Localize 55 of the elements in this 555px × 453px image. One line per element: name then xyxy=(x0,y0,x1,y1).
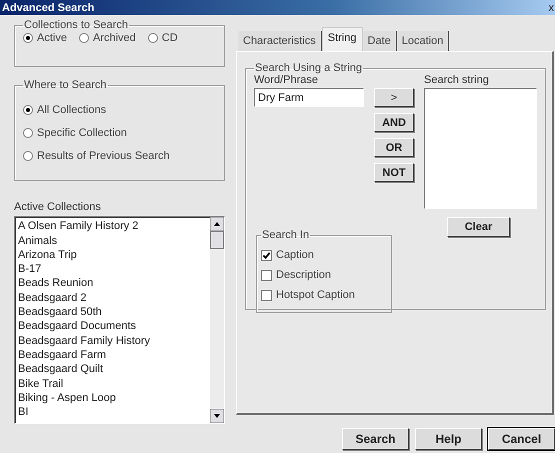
list-item[interactable]: Beadsgaard Documents xyxy=(18,319,207,334)
radio-option[interactable]: Active xyxy=(23,32,67,44)
list-item[interactable]: Beadsgaard 50th xyxy=(18,305,207,320)
list-item[interactable]: Animals xyxy=(18,234,207,248)
scrollbar[interactable] xyxy=(210,217,224,424)
tab[interactable]: Date xyxy=(362,31,397,52)
dialog-button[interactable]: Help xyxy=(415,428,482,450)
checkbox-option[interactable]: Description xyxy=(261,269,387,282)
dialog-button[interactable]: Search xyxy=(342,428,409,450)
clear-button[interactable]: Clear xyxy=(447,217,510,238)
operator-button[interactable]: > xyxy=(374,88,414,108)
collection-list[interactable] xyxy=(14,216,225,424)
checkbox[interactable] xyxy=(261,290,272,301)
list-item[interactable]: Beadsgaard Quilt xyxy=(18,362,207,377)
radio-option[interactable]: Archived xyxy=(78,32,136,44)
field-label: Word/Phrase xyxy=(254,74,319,88)
list-item[interactable]: A Olsen Family History 2 xyxy=(18,219,207,234)
dialog-button[interactable]: Cancel xyxy=(488,428,555,450)
window-title: Advanced Search xyxy=(2,2,94,14)
tab[interactable]: String xyxy=(322,27,362,52)
group-label: Search In xyxy=(261,229,310,242)
radio-option[interactable]: Results of Previous Search xyxy=(23,150,216,162)
list-item[interactable]: BI xyxy=(18,405,207,420)
tab[interactable]: Location xyxy=(396,31,450,52)
list-item[interactable]: Biking - Aspen Loop xyxy=(18,390,207,406)
radio-option[interactable]: Specific Collection xyxy=(23,127,216,140)
word-field[interactable]: Dry Farm xyxy=(254,88,364,108)
checkbox-option[interactable]: Hotspot Caption xyxy=(261,289,387,302)
operator-button[interactable]: NOT xyxy=(374,163,414,182)
check-icon xyxy=(262,250,271,260)
operator-button[interactable]: AND xyxy=(374,113,414,132)
search-string-field[interactable] xyxy=(424,88,537,210)
group-label: Search Using a String xyxy=(254,62,363,74)
list-label: Active Collections xyxy=(14,201,102,214)
scroll-thumb[interactable] xyxy=(210,231,224,250)
group-label: Where to Search xyxy=(23,79,108,92)
list-item[interactable]: Beadsgaard Family History xyxy=(18,334,207,348)
checkbox[interactable] xyxy=(261,250,272,261)
list-item[interactable]: Beads Reunion xyxy=(18,276,207,291)
scroll-up-icon[interactable] xyxy=(210,217,224,232)
close-button[interactable]: x xyxy=(548,2,555,14)
list-item[interactable]: Beadsgaard 2 xyxy=(18,290,207,306)
list-item[interactable]: Arizona Trip xyxy=(18,248,207,262)
list-item[interactable]: Beadsgaard Farm xyxy=(18,348,207,362)
scroll-down-icon[interactable] xyxy=(210,409,224,424)
radio-option[interactable]: CD xyxy=(148,32,178,44)
checkbox[interactable] xyxy=(261,270,272,281)
radio-option[interactable]: All Collections xyxy=(23,104,216,116)
tab[interactable]: Characteristics xyxy=(238,31,322,52)
list-item[interactable]: B-17 xyxy=(18,262,207,276)
operator-button[interactable]: OR xyxy=(374,138,414,158)
checkbox-option[interactable]: Caption xyxy=(261,249,387,262)
field-label: Search string xyxy=(424,74,490,88)
list-item[interactable]: Bike Trail xyxy=(18,376,207,391)
group-label: Collections to Search xyxy=(23,19,129,32)
